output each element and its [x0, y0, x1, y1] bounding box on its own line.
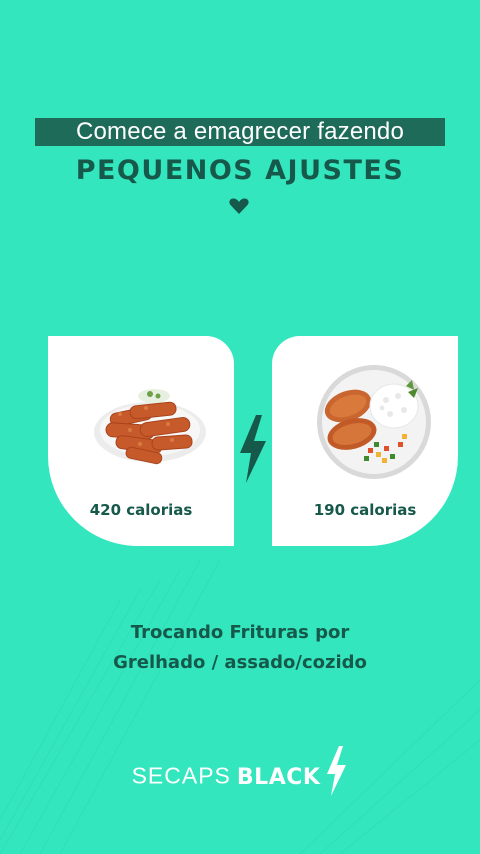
brand-logo: SECAPS BLACK	[0, 746, 480, 796]
calories-grilled: 190 calorias	[313, 501, 417, 519]
card-fried: 420 calorias	[48, 336, 234, 546]
caption-line-2: Grelhado / assado/cozido	[113, 652, 367, 673]
calories-fried: 420 calorias	[89, 501, 193, 519]
caption: Trocando Frituras por Grelhado / assado/…	[0, 618, 480, 678]
card-grilled: 190 calorias	[272, 336, 458, 546]
caption-line-1: Trocando Frituras por	[130, 622, 350, 643]
fried-food-image	[94, 389, 206, 465]
subheadline: PEQUENOS AJUSTES	[75, 155, 405, 186]
brand-bolt-icon	[327, 746, 347, 796]
grilled-food-image	[317, 365, 431, 479]
headline: Comece a emagrecer fazendo	[75, 118, 405, 145]
brand-bold-text: BLACK	[236, 764, 321, 790]
brand-light-text: SECAPS	[131, 762, 231, 789]
lightning-bolt-icon	[240, 415, 266, 483]
heart-icon	[229, 198, 249, 214]
background-lines	[0, 560, 480, 854]
